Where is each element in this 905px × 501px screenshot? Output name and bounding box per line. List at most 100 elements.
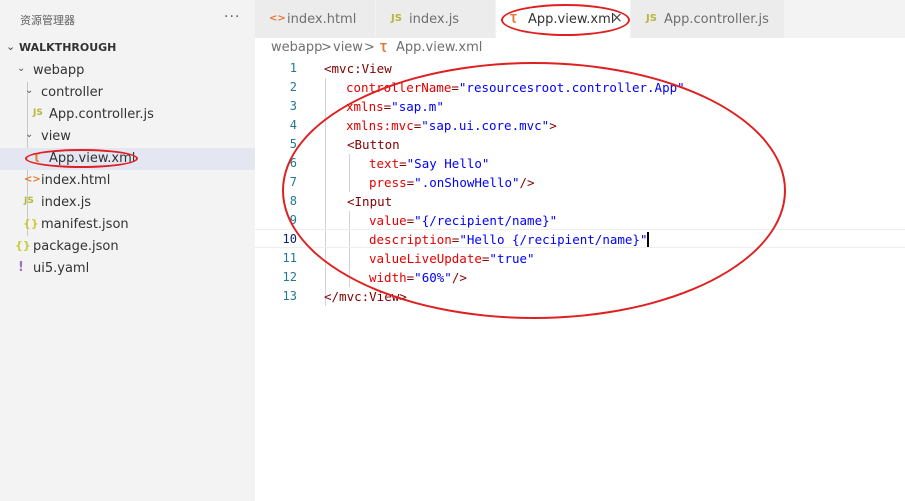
xml-tag: <Button bbox=[347, 137, 400, 152]
code-text: text="Say Hello" bbox=[369, 156, 489, 171]
code-text: <mvc:View bbox=[324, 61, 392, 76]
xml-tag-end: /> bbox=[451, 270, 467, 285]
tab-label: App.controller.js bbox=[664, 12, 769, 27]
code-text: valueLiveUpdate="true" bbox=[369, 251, 535, 266]
close-icon[interactable]: × bbox=[611, 10, 623, 26]
tree-item-label: ui5.yaml bbox=[33, 261, 90, 276]
workspace-section-header[interactable]: ⌄ WALKTHROUGH bbox=[0, 38, 255, 60]
code-line: 4 xmlns:mvc="sap.ui.core.mvc"> bbox=[255, 116, 905, 135]
tree-item-label: webapp bbox=[33, 63, 85, 78]
line-number: 10 bbox=[282, 232, 297, 246]
code-line: 6 text="Say Hello" bbox=[255, 154, 905, 173]
tree-item-label: index.js bbox=[41, 195, 92, 210]
tab-label: App.view.xml bbox=[528, 12, 615, 27]
line-number: 5 bbox=[289, 137, 297, 151]
yaml-file-icon: ! bbox=[18, 260, 24, 275]
tree-file-index-html[interactable]: <> index.html bbox=[0, 170, 255, 192]
tree-file-index-js[interactable]: JS index.js bbox=[0, 192, 255, 214]
tree-item-label: view bbox=[41, 129, 71, 144]
workspace-title: WALKTHROUGH bbox=[19, 41, 117, 54]
code-line: 3 xmlns="sap.m" bbox=[255, 97, 905, 116]
rss-xml-file-icon: Ʈ bbox=[33, 152, 40, 163]
html-file-icon: <> bbox=[24, 174, 41, 185]
line-number: 11 bbox=[282, 251, 297, 265]
xml-value: "sap.ui.core.mvc" bbox=[421, 118, 550, 133]
xml-value: "resourcesroot.controller.App" bbox=[458, 80, 685, 95]
js-file-icon: JS bbox=[33, 108, 43, 118]
xml-value: "true" bbox=[489, 251, 535, 266]
code-text: controllerName="resourcesroot.controller… bbox=[346, 80, 685, 95]
line-number: 1 bbox=[289, 61, 297, 75]
code-editor[interactable]: 1 <mvc:View 2 controllerName="resourcesr… bbox=[255, 58, 905, 501]
tree-file-app-controller-js[interactable]: JS App.controller.js bbox=[0, 104, 255, 126]
tree-file-manifest-json[interactable]: {} manifest.json bbox=[0, 214, 255, 236]
xml-value: "Say Hello" bbox=[406, 156, 490, 171]
chevron-down-icon: ⌄ bbox=[6, 40, 16, 53]
breadcrumb-item-view[interactable]: view bbox=[333, 40, 363, 55]
rss-xml-file-icon: Ʈ bbox=[380, 42, 387, 53]
code-text: width="60%"/> bbox=[369, 270, 467, 285]
breadcrumb-item-file[interactable]: App.view.xml bbox=[396, 40, 482, 55]
code-line: 11 valueLiveUpdate="true" bbox=[255, 249, 905, 268]
json-file-icon: {} bbox=[15, 239, 31, 252]
js-file-icon: JS bbox=[24, 196, 34, 206]
tree-folder-webapp[interactable]: ⌄ webapp bbox=[0, 60, 255, 82]
tree-file-package-json[interactable]: {} package.json bbox=[0, 236, 255, 258]
xml-attribute: xmlns:mvc bbox=[346, 118, 414, 133]
xml-attribute: valueLiveUpdate bbox=[369, 251, 482, 266]
line-number: 3 bbox=[289, 99, 297, 113]
xml-tag-end: /> bbox=[519, 175, 535, 190]
tree-item-label: index.html bbox=[41, 173, 111, 188]
xml-tag: <mvc:View bbox=[324, 61, 392, 76]
xml-attribute: xmlns bbox=[346, 99, 384, 114]
js-file-icon: JS bbox=[646, 13, 657, 24]
code-text: <Input bbox=[347, 194, 392, 209]
line-number: 12 bbox=[282, 270, 297, 284]
xml-attribute: value bbox=[369, 213, 407, 228]
xml-tag: <Input bbox=[347, 194, 393, 209]
code-text: xmlns="sap.m" bbox=[346, 99, 444, 114]
code-line: 7 press=".onShowHello"/> bbox=[255, 173, 905, 192]
xml-attribute: text bbox=[369, 156, 400, 171]
breadcrumb-item-webapp[interactable]: webapp bbox=[271, 40, 322, 55]
tree-file-app-view-xml[interactable]: Ʈ App.view.xml bbox=[0, 148, 255, 170]
tab-index-js[interactable]: JS index.js bbox=[376, 0, 496, 38]
xml-attribute: press bbox=[369, 175, 407, 190]
chevron-down-icon: ⌄ bbox=[25, 129, 34, 140]
breadcrumb-separator: > bbox=[364, 40, 375, 55]
line-number: 13 bbox=[282, 289, 297, 303]
more-actions-icon[interactable]: ··· bbox=[224, 9, 240, 25]
tree-folder-controller[interactable]: ⌄ controller bbox=[0, 82, 255, 104]
html-file-icon: <> bbox=[269, 13, 286, 24]
tab-index-html[interactable]: <> index.html bbox=[255, 0, 376, 38]
rss-xml-file-icon: Ʈ bbox=[510, 13, 517, 24]
explorer-sidebar: 资源管理器 ··· ⌄ WALKTHROUGH ⌄ webapp ⌄ contr… bbox=[0, 0, 255, 501]
text-cursor bbox=[647, 232, 650, 247]
code-line-current: 10 description="Hello {/recipient/name}" bbox=[255, 229, 905, 248]
tree-file-ui5-yaml[interactable]: ! ui5.yaml bbox=[0, 258, 255, 280]
xml-equals: = bbox=[451, 80, 459, 95]
chevron-down-icon: ⌄ bbox=[25, 85, 34, 96]
xml-attribute: description bbox=[369, 232, 452, 247]
line-number: 7 bbox=[289, 175, 297, 189]
xml-tag: </mvc:View> bbox=[324, 289, 407, 304]
code-text: <Button bbox=[347, 137, 400, 152]
tree-folder-view[interactable]: ⌄ view bbox=[0, 126, 255, 148]
code-line: 5 <Button bbox=[255, 135, 905, 154]
line-number: 8 bbox=[289, 194, 297, 208]
tab-app-controller-js[interactable]: JS App.controller.js bbox=[631, 0, 785, 38]
code-line: 2 controllerName="resourcesroot.controll… bbox=[255, 78, 905, 97]
tab-label: index.html bbox=[287, 12, 357, 27]
code-line: 13 </mvc:View> bbox=[255, 287, 905, 306]
xml-attribute: controllerName bbox=[346, 80, 452, 95]
chevron-down-icon: ⌄ bbox=[17, 63, 26, 74]
tree-item-label: controller bbox=[41, 85, 104, 100]
code-text: press=".onShowHello"/> bbox=[369, 175, 535, 190]
tree-item-label: package.json bbox=[33, 239, 119, 254]
breadcrumb-separator: > bbox=[321, 40, 332, 55]
xml-value: "{/recipient/name}" bbox=[414, 213, 558, 228]
tab-label: index.js bbox=[409, 12, 460, 27]
xml-value: "sap.m" bbox=[391, 99, 444, 114]
tab-app-view-xml[interactable]: Ʈ App.view.xml × bbox=[496, 0, 631, 38]
code-text: description="Hello {/recipient/name}" bbox=[369, 232, 650, 247]
